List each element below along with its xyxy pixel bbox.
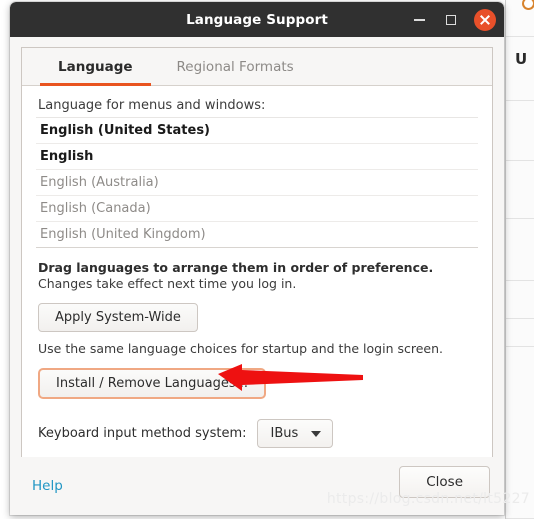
install-remove-row: Install / Remove Languages... <box>38 368 478 399</box>
chevron-down-icon <box>311 430 322 437</box>
background-row <box>506 347 534 519</box>
language-list[interactable]: English (United States) English English … <box>36 117 478 248</box>
language-list-label: Language for menus and windows: <box>38 98 266 113</box>
background-row <box>506 319 534 347</box>
background-window[interactable]: U <box>505 0 534 519</box>
dialog-body: Language Regional Formats Language for m… <box>10 37 504 457</box>
list-item[interactable]: English (United States) <box>36 118 478 144</box>
background-row <box>506 161 534 219</box>
drag-hint: Drag languages to arrange them in order … <box>38 260 434 275</box>
keyboard-input-method-label: Keyboard input method system: <box>38 426 247 441</box>
titlebar[interactable]: Language Support <box>10 2 504 37</box>
background-row <box>506 37 534 101</box>
language-support-dialog: Language Support Language Regional Forma… <box>10 2 504 515</box>
window-controls <box>410 2 496 37</box>
dialog-footer: Help Close <box>10 457 504 515</box>
tabstrip: Language Regional Formats <box>22 48 492 86</box>
background-window-rows <box>506 0 534 519</box>
background-row <box>506 219 534 281</box>
help-link[interactable]: Help <box>32 478 63 494</box>
background-window-icon <box>522 0 534 10</box>
keyboard-input-method-row: Keyboard input method system: IBus <box>38 419 478 448</box>
notebook: Language Regional Formats Language for m… <box>21 47 493 457</box>
close-window-button[interactable] <box>474 8 496 31</box>
changes-hint: Changes take effect next time you log in… <box>38 276 297 291</box>
keyboard-input-method-value: IBus <box>270 426 299 441</box>
tab-regional-formats-label: Regional Formats <box>176 58 294 75</box>
apply-system-wide-button[interactable]: Apply System-Wide <box>38 303 198 332</box>
list-item[interactable]: English (Australia) <box>36 170 478 196</box>
background-row <box>506 101 534 161</box>
keyboard-input-method-select[interactable]: IBus <box>256 419 334 448</box>
minimize-button[interactable] <box>410 11 428 29</box>
apply-explanation: Use the same language choices for startu… <box>38 341 443 356</box>
maximize-button[interactable] <box>442 11 460 29</box>
minimize-icon <box>413 18 425 21</box>
background-window-letter: U <box>515 50 528 68</box>
tab-regional-formats[interactable]: Regional Formats <box>155 48 316 85</box>
screen: U Language Support Language Regional For… <box>0 0 534 519</box>
list-item[interactable]: English (United Kingdom) <box>36 222 478 248</box>
tab-content-language: Language for menus and windows: English … <box>22 86 492 457</box>
list-item[interactable]: English <box>36 144 478 170</box>
tab-language-label: Language <box>58 58 133 75</box>
background-row <box>506 281 534 319</box>
tab-language[interactable]: Language <box>36 48 155 86</box>
close-button[interactable]: Close <box>399 466 490 498</box>
window-title: Language Support <box>186 11 328 28</box>
list-item[interactable]: English (Canada) <box>36 196 478 222</box>
install-remove-languages-button[interactable]: Install / Remove Languages... <box>38 368 266 399</box>
maximize-icon <box>446 14 456 25</box>
